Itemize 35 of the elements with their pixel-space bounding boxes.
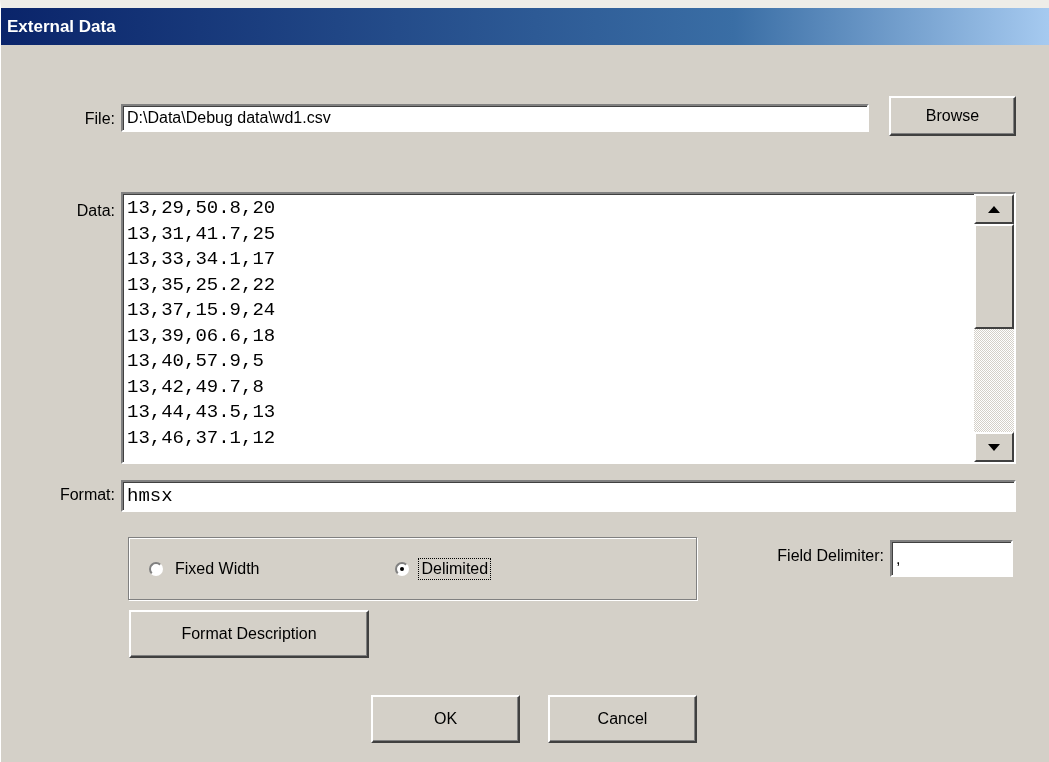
format-field[interactable]: hmsx <box>121 480 1016 512</box>
data-line: 13,44,43.5,13 <box>127 400 277 425</box>
up-arrow-icon <box>988 205 1000 213</box>
radio-icon[interactable] <box>149 561 163 576</box>
format-label: Format: <box>58 485 116 504</box>
scroll-bar[interactable] <box>974 194 1014 462</box>
data-line: 13,39,06.6,18 <box>127 323 277 349</box>
dialog-button[interactable]: OK <box>371 695 520 743</box>
browse-button[interactable]: Browse <box>889 96 1016 136</box>
radio-label: Delimited <box>419 558 491 579</box>
dialog-button[interactable]: Cancel <box>548 695 697 743</box>
radio-icon[interactable] <box>395 561 410 576</box>
data-line: 13,46,37.1,12 <box>127 425 277 451</box>
scroll-up-button[interactable] <box>974 194 1014 224</box>
data-line: 13,37,15.9,24 <box>127 298 277 323</box>
data-line: 13,31,41.7,25 <box>127 221 277 247</box>
file-field[interactable]: D:\Data\Debug data\wd1.csv <box>121 104 869 132</box>
data-line: 13,33,34.1,17 <box>127 247 277 272</box>
down-arrow-icon <box>988 443 1000 451</box>
data-line: 13,42,49.7,8 <box>127 374 265 400</box>
data-line: 13,40,57.9,5 <box>127 349 265 374</box>
file-label: File: <box>83 109 116 128</box>
scroll-thumb[interactable] <box>974 224 1014 329</box>
radio-option[interactable]: Delimited <box>395 558 491 579</box>
data-text-area[interactable]: 13,29,50.8,20 13,31,41.7,25 13,33,34.1,17 13,35,25.2,22 13,37,15.9,24 13,39,06.6,18 13,40,57.9,5 13,42,49.7,8 13,44,43.5,13 13,46,37.1,12 <box>121 192 1016 464</box>
radio-label: Fixed Width <box>174 558 261 579</box>
field-delimiter-field[interactable]: , <box>890 540 1013 577</box>
data-line: 13,29,50.8,20 <box>127 196 277 221</box>
data-line: 13,35,25.2,22 <box>127 272 277 298</box>
data-label: Data: <box>75 201 116 220</box>
field-delimiter-label: Field Delimiter: <box>776 546 885 565</box>
format-description-button[interactable]: Format Description <box>129 610 369 658</box>
radio-option[interactable]: Fixed Width <box>149 558 262 579</box>
window-title: External Data <box>1 8 1049 45</box>
scroll-down-button[interactable] <box>974 432 1014 462</box>
